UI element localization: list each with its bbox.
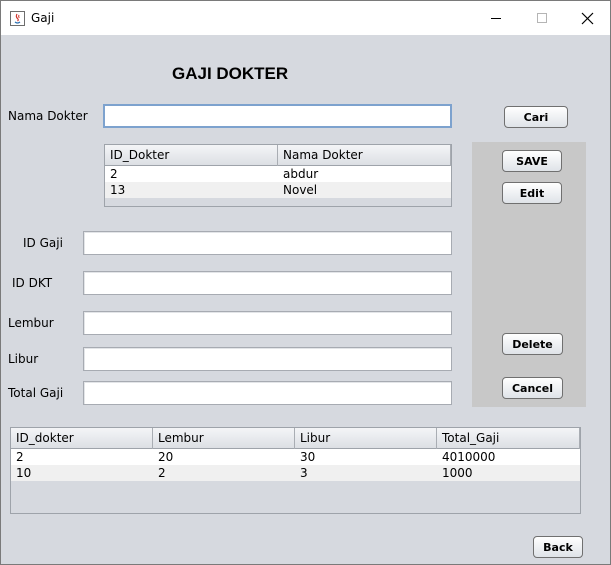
salary-col-header[interactable]: Libur [295, 428, 437, 449]
table-row[interactable]: 2 20 30 4010000 [11, 449, 580, 465]
salary-table-header: ID_dokter Lembur Libur Total_Gaji [11, 428, 580, 449]
delete-button[interactable]: Delete [502, 333, 563, 355]
table-row[interactable]: 13 Novel [105, 182, 451, 198]
doctor-col-header[interactable]: ID_Dokter [105, 145, 278, 166]
id-dkt-label: ID DKT [12, 276, 53, 290]
table-cell: Novel [283, 183, 318, 197]
doctor-col-header[interactable]: Nama Dokter [278, 145, 451, 166]
salary-table: ID_dokter Lembur Libur Total_Gaji 2 20 3… [10, 427, 581, 514]
table-cell: 30 [300, 450, 316, 464]
total-gaji-label: Total Gaji [8, 386, 64, 400]
window-title: Gaji [31, 11, 55, 25]
doctor-table-header: ID_Dokter Nama Dokter [105, 145, 451, 166]
table-cell: 4010000 [442, 450, 496, 464]
table-cell: abdur [283, 167, 319, 181]
table-cell: 10 [16, 466, 32, 480]
salary-col-header[interactable]: Lembur [153, 428, 295, 449]
salary-col-header[interactable]: Total_Gaji [437, 428, 580, 449]
close-button[interactable] [564, 1, 610, 35]
lembur-input[interactable] [83, 311, 452, 335]
id-dkt-input[interactable] [83, 271, 452, 295]
table-row[interactable]: 10 2 3 1000 [11, 465, 580, 481]
nama-dokter-label: Nama Dokter [8, 109, 88, 123]
maximize-icon [537, 13, 547, 23]
total-gaji-input[interactable] [83, 381, 452, 405]
save-button[interactable]: SAVE [502, 150, 562, 172]
table-cell: 20 [158, 450, 174, 464]
maximize-button[interactable] [519, 1, 565, 35]
table-cell: 2 [16, 450, 24, 464]
salary-table-body: 2 20 30 4010000 10 2 3 1000 [11, 449, 580, 481]
table-cell: 2 [110, 167, 118, 181]
close-icon [581, 12, 593, 24]
app-window: Gaji GAJI DOKTER Nama Dokter Cari ID_Dok… [0, 0, 611, 565]
table-row[interactable]: 2 abdur [105, 166, 451, 182]
table-cell: 1000 [442, 466, 473, 480]
cari-button[interactable]: Cari [504, 106, 568, 128]
lembur-label: Lembur [8, 316, 54, 330]
minimize-button[interactable] [473, 1, 519, 35]
edit-button[interactable]: Edit [502, 182, 562, 204]
table-cell: 2 [158, 466, 166, 480]
nama-dokter-input[interactable] [103, 104, 452, 128]
id-gaji-input[interactable] [83, 231, 452, 255]
libur-label: Libur [8, 352, 39, 366]
doctor-table-body: 2 abdur 13 Novel [105, 166, 451, 198]
minimize-icon [491, 18, 501, 19]
table-cell: 3 [300, 466, 308, 480]
title-bar: Gaji [1, 1, 610, 35]
doctor-table: ID_Dokter Nama Dokter 2 abdur 13 Novel [104, 144, 452, 207]
page-title: GAJI DOKTER [172, 64, 289, 83]
back-button[interactable]: Back [533, 536, 583, 558]
cancel-button[interactable]: Cancel [502, 377, 563, 399]
salary-col-header[interactable]: ID_dokter [11, 428, 153, 449]
id-gaji-label: ID Gaji [23, 236, 63, 250]
libur-input[interactable] [83, 347, 452, 371]
table-cell: 13 [110, 183, 126, 197]
java-app-icon [10, 11, 25, 26]
